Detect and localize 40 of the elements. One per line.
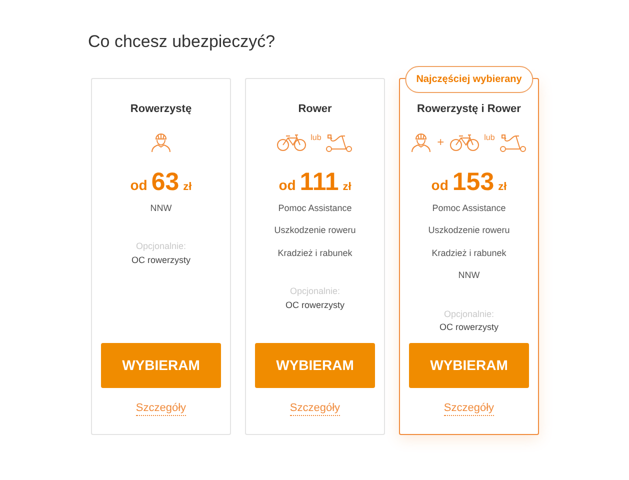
cyclist-icon: [411, 130, 432, 153]
feature-text: Uszkodzenie roweru: [274, 224, 356, 238]
details-link[interactable]: Szczegóły: [136, 402, 186, 416]
page-heading: Co chcesz ubezpieczyć?: [88, 32, 276, 52]
price-amount: 111: [300, 170, 339, 195]
optional-feature: OC rowerzysty: [131, 254, 190, 267]
or-label: lub: [484, 132, 495, 144]
choose-button[interactable]: WYBIERAM: [409, 343, 529, 388]
feature-text: Pomoc Assistance: [278, 202, 352, 215]
feature-text: Kradzież i rabunek: [278, 246, 352, 260]
or-label: lub: [310, 132, 322, 144]
price-amount: 153: [452, 170, 494, 195]
price-currency: zł: [498, 180, 507, 195]
details-link[interactable]: Szczegóły: [290, 402, 340, 416]
price-prefix: od: [431, 176, 448, 195]
optional-feature: OC rowerzysty: [285, 298, 344, 312]
plan-title: Rower: [298, 102, 332, 118]
popular-badge: Najczęściej wybierany: [405, 66, 533, 94]
optional-feature: OC rowerzysty: [439, 321, 498, 334]
feature-text: NNW: [458, 269, 480, 282]
feature-text: Pomoc Assistance: [432, 202, 506, 215]
price-currency: zł: [342, 180, 352, 195]
feature-text: Uszkodzenie roweru: [428, 224, 510, 238]
choose-button[interactable]: WYBIERAM: [101, 343, 221, 388]
cyclist-icon: [151, 130, 171, 153]
price-prefix: od: [278, 176, 296, 195]
bicycle-icon: [450, 132, 480, 152]
feature-text: Kradzież i rabunek: [432, 246, 506, 260]
plan-title: Rowerzystę i Rower: [417, 102, 521, 118]
plus-sign: +: [437, 134, 444, 151]
scooter-icon: [498, 132, 527, 152]
price-currency: zł: [183, 180, 192, 195]
choose-button[interactable]: WYBIERAM: [255, 343, 375, 388]
price-amount: 63: [151, 170, 180, 195]
feature-text: NNW: [150, 202, 172, 215]
scooter-icon: [325, 132, 354, 152]
details-link[interactable]: Szczegóły: [444, 402, 494, 416]
plan-title: Rowerzystę: [130, 102, 192, 118]
bicycle-icon: [276, 132, 307, 152]
price-prefix: od: [130, 176, 148, 195]
